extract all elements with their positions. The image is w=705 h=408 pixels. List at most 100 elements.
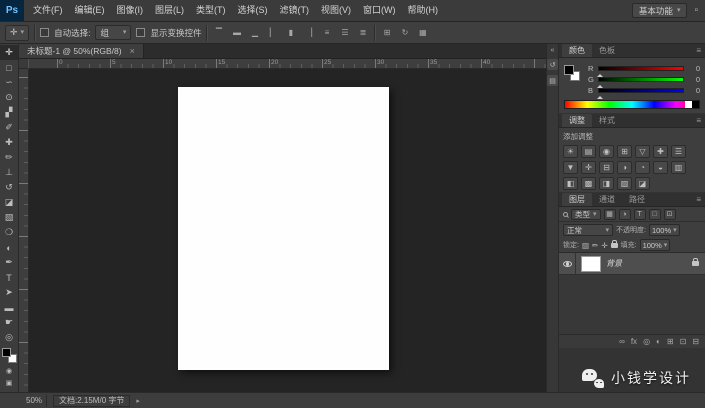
tool-gradient[interactable]: ▧ (0, 210, 18, 225)
tool-zoom[interactable]: ◎ (0, 330, 18, 345)
foreground-color-swatch[interactable] (2, 348, 11, 357)
filter-type-dropdown[interactable]: 类型 ▾ (571, 209, 601, 220)
layer-mask-icon[interactable]: ◎ (643, 338, 650, 346)
color-panel-swatches[interactable] (564, 65, 580, 81)
horizontal-ruler[interactable]: 0 5 10 15 20 25 30 35 40 (29, 59, 546, 69)
layer-thumbnail[interactable] (581, 256, 601, 272)
tool-dodge[interactable]: ◐ (0, 240, 18, 255)
align-hcenter-icon[interactable]: ▮ (284, 28, 297, 37)
tab-layers[interactable]: 图层 (562, 193, 592, 206)
menu-item-help[interactable]: 帮助(H) (402, 0, 445, 21)
tool-clone-stamp[interactable]: ⊥ (0, 165, 18, 180)
show-transform-checkbox[interactable] (136, 28, 145, 37)
properties-panel-icon[interactable]: ▤ (547, 75, 558, 86)
auto-select-checkbox[interactable] (40, 28, 49, 37)
posterize-icon[interactable]: ◒ (653, 161, 668, 174)
color-balance-icon[interactable]: ☰ (671, 145, 686, 158)
document-tab[interactable]: 未标题-1 @ 50%(RGB/8) × (19, 44, 144, 58)
distribute-horizontal-icon[interactable]: ☰ (338, 28, 351, 37)
tool-eraser[interactable]: ◪ (0, 195, 18, 210)
adjustment-icon[interactable]: ◨ (599, 177, 614, 190)
distribute-vertical-icon[interactable]: ≡ (320, 28, 333, 37)
tab-styles[interactable]: 样式 (592, 114, 622, 127)
align-vcenter-icon[interactable]: ▬ (230, 28, 243, 37)
menu-item-file[interactable]: 文件(F) (27, 0, 69, 21)
tab-channels[interactable]: 通道 (592, 193, 622, 206)
delete-layer-icon[interactable]: ⊟ (692, 338, 699, 346)
tool-blur[interactable]: ❍ (0, 225, 18, 240)
layer-style-icon[interactable]: fx (631, 338, 637, 346)
tool-lasso[interactable]: ∽ (0, 75, 18, 90)
filter-search-icon[interactable] (563, 212, 568, 217)
menu-item-window[interactable]: 窗口(W) (357, 0, 402, 21)
blend-mode-dropdown[interactable]: 正常 ▾ (563, 224, 613, 236)
filter-shape-icon[interactable]: □ (649, 209, 661, 220)
threed-roll-icon[interactable]: ↻ (398, 28, 411, 37)
vibrance-icon[interactable]: ▽ (635, 145, 650, 158)
invert-icon[interactable]: ◔ (635, 161, 650, 174)
photo-filter-icon[interactable]: ✛ (581, 161, 596, 174)
selective-color-icon[interactable]: ▩ (581, 177, 596, 190)
fill-field[interactable]: 100% ▾ (640, 239, 671, 251)
tool-rectangular-marquee[interactable]: □ (0, 60, 18, 75)
layer-group-icon[interactable]: ⊞ (667, 338, 674, 346)
link-layers-icon[interactable]: ∞ (619, 338, 625, 346)
filter-pixel-icon[interactable]: ▦ (604, 209, 616, 220)
red-channel-value[interactable]: 0 (688, 64, 700, 73)
menu-item-image[interactable]: 图像(I) (111, 0, 150, 21)
new-layer-icon[interactable]: ⊡ (680, 338, 687, 346)
tool-quick-selection[interactable]: ⊙ (0, 90, 18, 105)
layer-name[interactable]: 背景 (606, 258, 622, 269)
slider-thumb[interactable] (597, 93, 603, 99)
channel-mixer-icon[interactable]: ⊟ (599, 161, 614, 174)
tool-brush[interactable]: ✏ (0, 150, 18, 165)
align-left-icon[interactable]: ▏ (266, 28, 279, 37)
align-right-icon[interactable]: ▕ (302, 28, 315, 37)
zoom-level-field[interactable]: 50% (22, 395, 47, 407)
levels-icon[interactable]: ▤ (581, 145, 596, 158)
tab-color[interactable]: 颜色 (562, 44, 592, 57)
blue-slider[interactable] (598, 88, 684, 93)
filter-adjustment-icon[interactable]: ◑ (619, 209, 631, 220)
blue-channel-value[interactable]: 0 (688, 86, 700, 95)
menu-item-layer[interactable]: 图层(L) (149, 0, 190, 21)
tool-crop[interactable]: ▞ (0, 105, 18, 120)
adjustment-icon[interactable]: ◪ (635, 177, 650, 190)
expand-panels-icon[interactable]: « (551, 47, 555, 54)
lock-pixels-icon[interactable]: ✏ (592, 241, 598, 250)
green-channel-value[interactable]: 0 (688, 75, 700, 84)
foreground-color-swatch[interactable] (564, 65, 574, 75)
tab-swatches[interactable]: 色板 (592, 44, 622, 57)
vertical-ruler[interactable] (19, 69, 29, 392)
menu-item-select[interactable]: 选择(S) (232, 0, 274, 21)
panel-menu-icon[interactable]: ≡ (692, 44, 705, 57)
opacity-field[interactable]: 100% ▾ (649, 224, 680, 236)
adjustment-icon[interactable]: ▨ (617, 177, 632, 190)
tool-path-selection[interactable]: ➤ (0, 285, 18, 300)
curves-icon[interactable]: ◉ (599, 145, 614, 158)
tool-preset-dropdown[interactable]: ✛ ▾ (5, 25, 29, 41)
color-spectrum-ramp[interactable] (564, 100, 700, 109)
photoshop-logo[interactable]: Ps (0, 0, 24, 21)
document-info[interactable]: 文档:2.15M/0 字节 (53, 395, 130, 407)
menu-item-filter[interactable]: 滤镜(T) (274, 0, 316, 21)
tool-hand[interactable]: ☛ (0, 315, 18, 330)
align-bottom-icon[interactable]: ▁ (248, 28, 261, 37)
window-control-icon[interactable]: ▫ (694, 5, 698, 16)
color-swatches[interactable] (2, 348, 17, 363)
visibility-toggle[interactable] (559, 253, 576, 275)
lock-transparency-icon[interactable]: ▨ (582, 241, 589, 250)
menu-item-type[interactable]: 类型(T) (190, 0, 232, 21)
workspace-switcher[interactable]: 基本功能 ▾ (632, 3, 688, 18)
tab-adjustments[interactable]: 调整 (562, 114, 592, 127)
tool-type[interactable]: T (0, 270, 18, 285)
panel-menu-icon[interactable]: ≡ (692, 114, 705, 127)
threed-drag-icon[interactable]: ▦ (416, 28, 429, 37)
lock-position-icon[interactable]: ✛ (601, 241, 607, 250)
threed-rotate-icon[interactable]: ⊞ (380, 28, 393, 37)
lock-all-icon[interactable] (611, 243, 618, 248)
auto-select-dropdown[interactable]: 组 ▾ (95, 25, 131, 40)
adjustment-layer-icon[interactable]: ◐ (656, 338, 661, 346)
history-panel-icon[interactable]: ↺ (547, 59, 558, 70)
gradient-map-icon[interactable]: ◧ (563, 177, 578, 190)
